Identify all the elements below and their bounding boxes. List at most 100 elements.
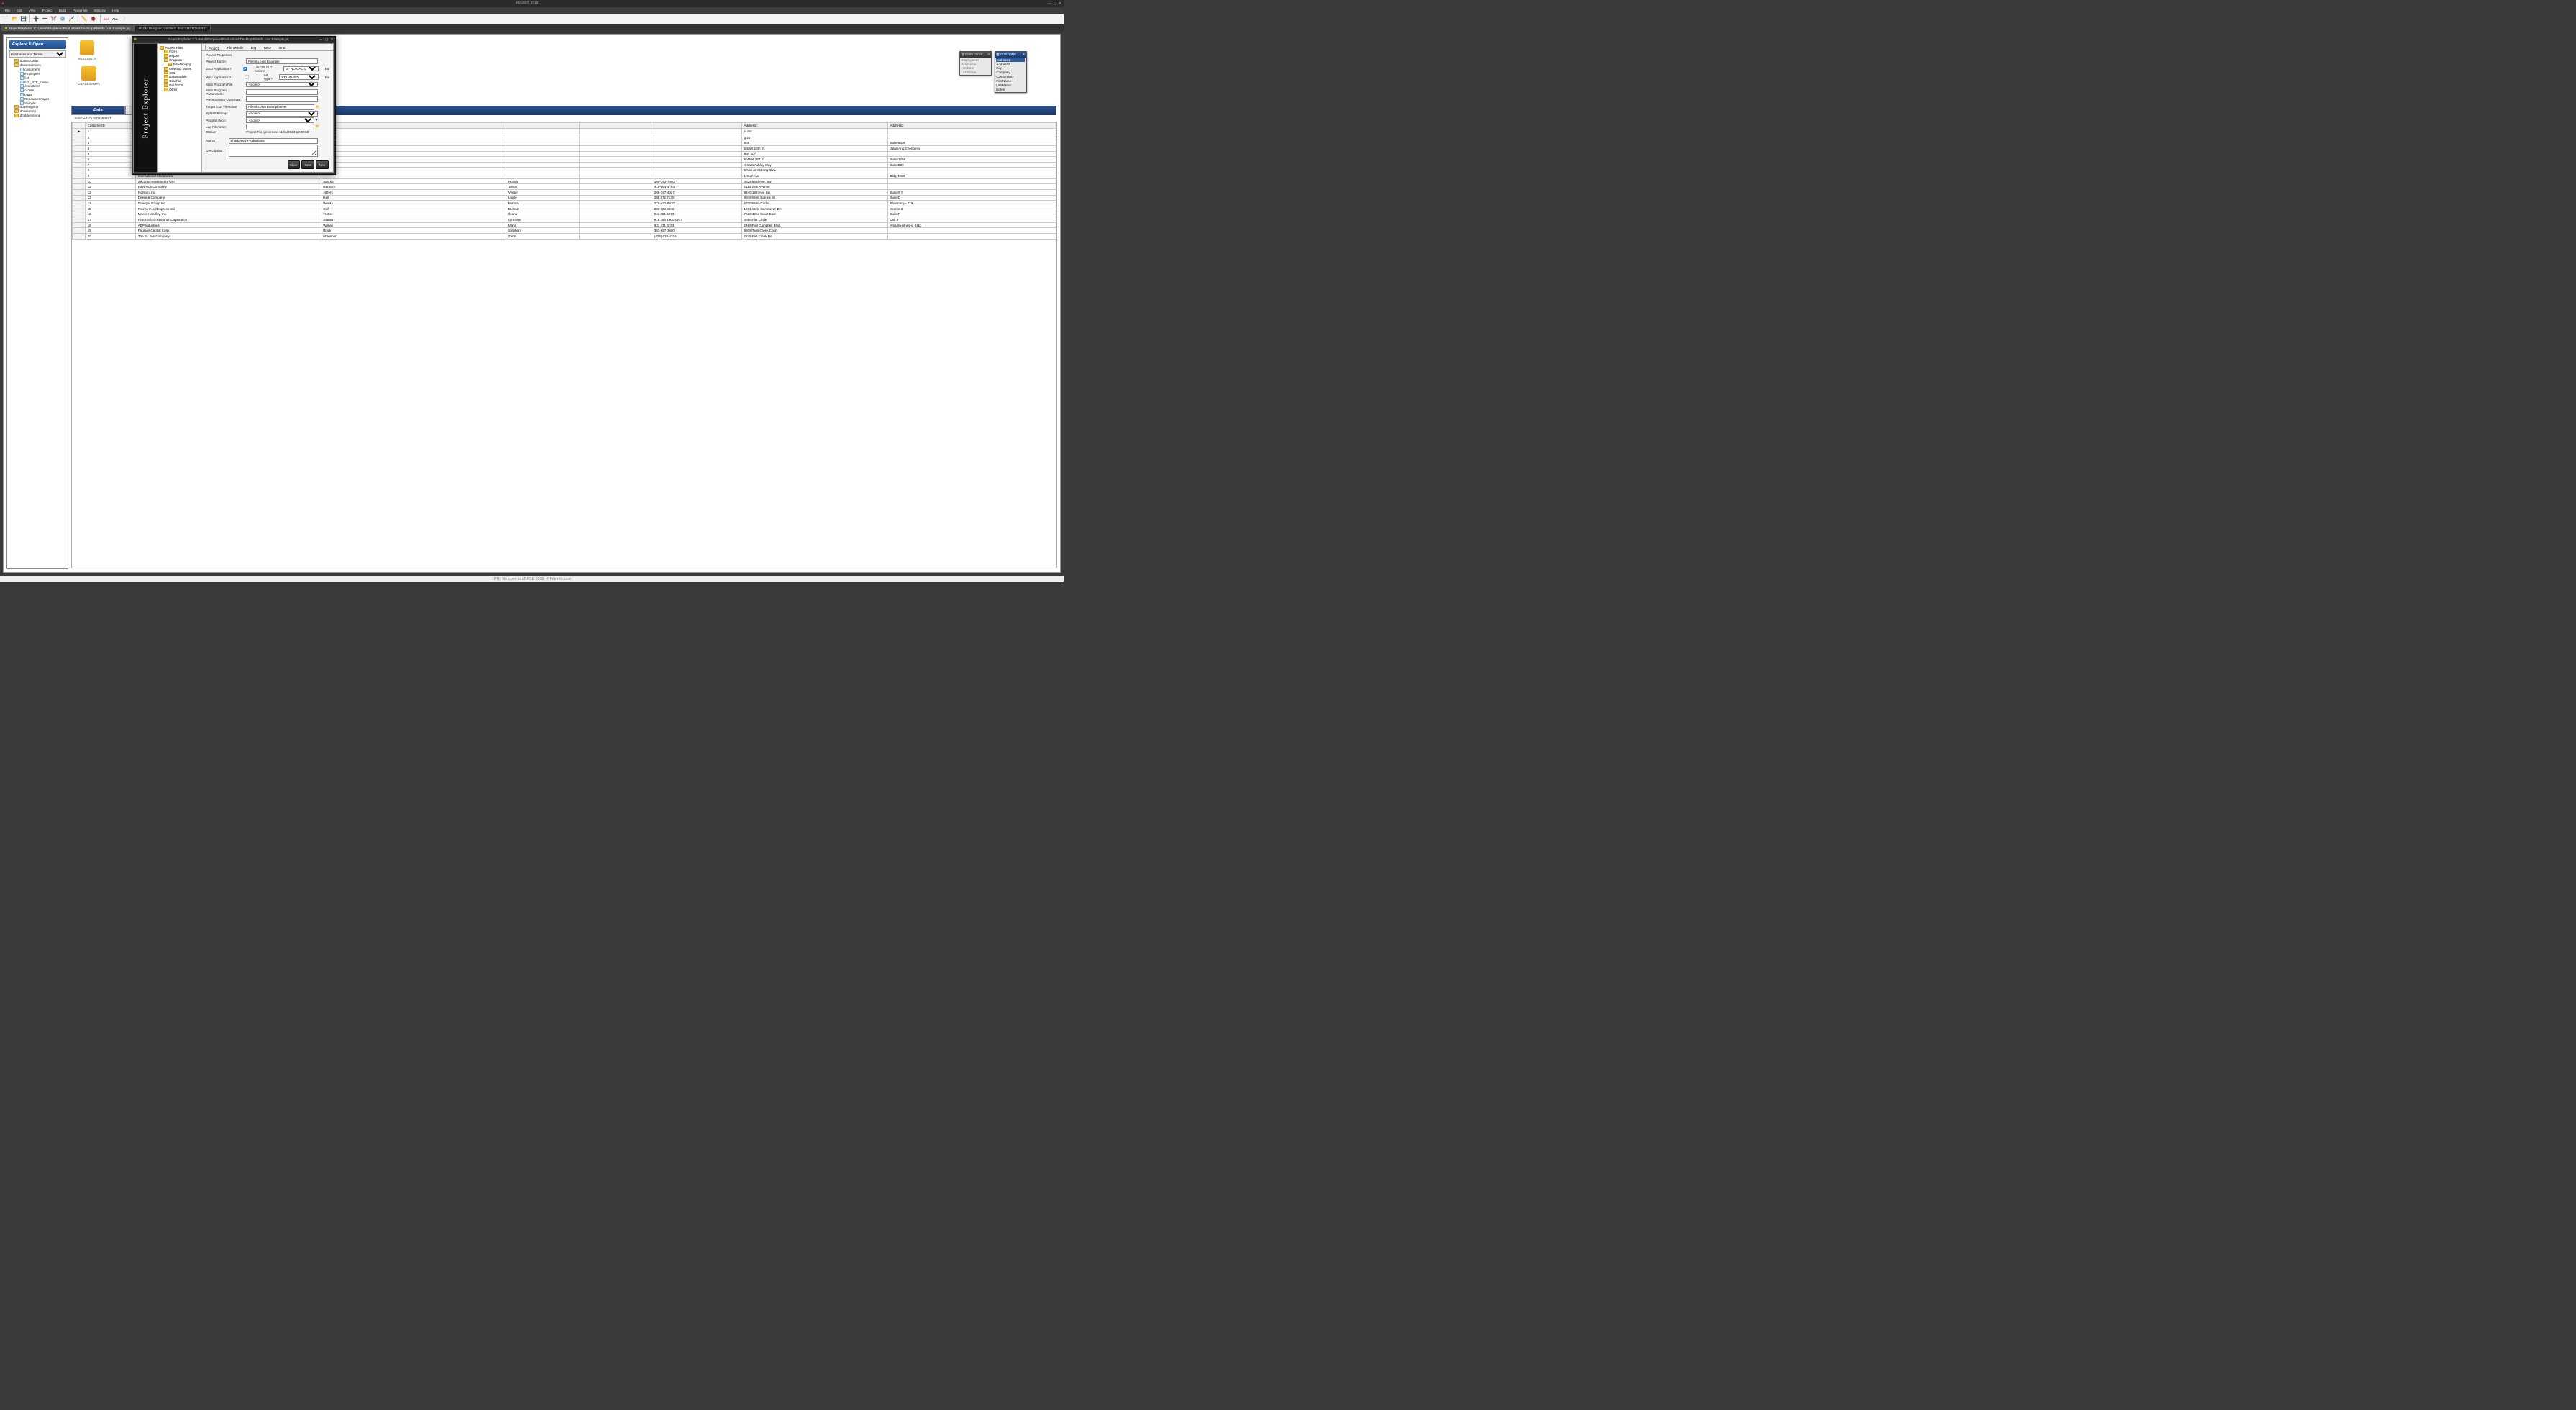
database-icon [14,63,19,67]
preprocessor-input[interactable] [246,96,317,101]
menu-build[interactable]: Build [56,8,69,13]
folder-icon [164,75,168,78]
minimize-icon[interactable]: — [319,37,323,42]
brush-icon[interactable]: 🖌️ [68,15,76,23]
table-row[interactable]: 11Raytheon CompanyRansomTamar415-564-476… [73,184,1056,190]
mini-employee-window[interactable]: ▦ EMPLOYEE...✕ EmployeeIDFirstNameHireDa… [959,51,992,76]
menu-project[interactable]: Project [40,8,55,13]
main-params-input[interactable] [246,89,317,94]
table-row[interactable]: 12Norstan, Inc.JeffersVergie206-767-4827… [73,189,1056,195]
explore-combo[interactable]: Databases and Tables [9,50,66,57]
web-checkbox[interactable] [245,75,248,78]
folder-icon [164,50,168,53]
run-exe-icon[interactable]: .exe [102,15,110,23]
pex-titlebar[interactable]: ✥ Project Explorer: C:\Users\SharpenedPr… [132,37,335,42]
build-all-icon[interactable]: ALL [111,15,119,23]
db-node[interactable]: dmddesntemp [9,114,66,118]
minimize-icon[interactable]: — [1048,1,1051,6]
table-row[interactable]: 19Paulson Capital Corp.BlockStephani301-… [73,228,1056,234]
doctab-dm-designer[interactable]: ▦DM Designer: Untitled1.dmd:CUSTOMERS1 [134,25,211,31]
folder-icon [164,67,168,70]
pex-tree[interactable]: Project FilesFormReportProgramBde4api.pr… [157,44,202,173]
pex-tab-project[interactable]: Project [205,45,221,50]
description-textarea[interactable] [229,145,318,157]
table-row[interactable]: 17First Horizon National CorporationStan… [73,217,1056,223]
folder-icon [168,63,173,66]
field-item[interactable]: Notes [996,87,1025,91]
window-titlebar: ◆ dBASE® 2019 — ▢ ✕ [0,0,1064,7]
new-file-icon[interactable]: 📄 [1,15,9,23]
splash-select[interactable]: <none> [246,111,317,116]
help-icon[interactable]: ❔ [120,15,128,23]
pex-tree-node[interactable]: Other [160,87,201,91]
col-header[interactable] [579,123,652,129]
table-row[interactable]: 10Security Investments Grp.AponteRufina3… [73,178,1056,184]
document-tabstrip: ◆Project Explorer: C:\Users\SharpenedPro… [0,24,1064,31]
explore-tree[interactable]: dbasecontaxdbasesamplescustomersemployee… [7,59,68,117]
menu-window[interactable]: Window [91,8,109,13]
gear-icon[interactable]: ⚙️ [59,15,67,23]
close-icon[interactable]: ✕ [1059,1,1061,6]
menu-edit[interactable]: Edit [14,8,25,13]
close-icon[interactable]: ✕ [987,53,990,57]
project-explorer-window[interactable]: ✥ Project Explorer: C:\Users\SharpenedPr… [132,36,336,175]
uac-select[interactable]: 0 - NO UAC option [283,66,319,71]
menu-file[interactable]: File [1,8,13,13]
menu-view[interactable]: View [26,8,39,13]
browse-icon[interactable]: 📂 [316,105,320,109]
save-icon[interactable]: 💾 [19,15,27,23]
ini-select[interactable]: STANDARD [279,74,319,79]
session-item-1[interactable]: DBASESAMPL [78,66,100,86]
icon-select[interactable]: <none> [246,117,314,122]
session-item-0[interactable]: SESSION_0 [78,40,96,60]
close-button[interactable]: Close [288,160,300,169]
open-icon[interactable]: 📂 [11,15,19,23]
col-header[interactable]: Address2 [887,123,1056,129]
remove-icon[interactable]: ➖ [41,15,49,23]
field-item[interactable]: LastName [961,70,990,75]
new-button[interactable]: New [316,160,328,169]
table-row[interactable]: 16Moore-Handley, Inc.TrotterIleana941 35… [73,212,1056,217]
menu-properties[interactable]: Properties [70,8,91,13]
table-row[interactable]: 20The St. Joe CompanyMckinnonZaida(423) … [73,233,1056,239]
pex-tab-filedetails[interactable]: File Details [224,45,245,50]
log-filename-input[interactable] [246,124,314,129]
pex-tab-inno[interactable]: Inno [276,45,287,50]
pex-tabstrip: Project File Details Log DEO Inno [202,44,333,51]
project-name-input[interactable] [246,58,317,63]
main-program-select[interactable]: <none> [246,82,317,87]
target-exe-input[interactable] [246,104,314,109]
col-header[interactable]: Address1 [742,123,888,129]
pex-form: Project Properties Project Name: DEO App… [202,51,333,160]
edit-icon[interactable]: ✏️ [81,15,88,23]
pex-tab-log[interactable]: Log [248,45,258,50]
close-icon[interactable]: ✕ [331,37,334,42]
browse-icon[interactable]: 📂 [316,124,320,129]
col-header[interactable] [321,123,506,129]
tab-data[interactable]: Data [71,106,124,114]
add-icon[interactable]: ➕ [32,15,40,23]
close-icon[interactable]: ✕ [1023,53,1026,57]
maximize-icon[interactable]: ▢ [1054,1,1056,6]
maximize-icon[interactable]: ▢ [325,37,328,42]
author-input[interactable] [229,138,318,143]
col-header[interactable]: CustomerID [86,123,136,129]
menu-help[interactable]: Help [109,8,122,13]
pex-tab-deo[interactable]: DEO [262,45,273,50]
cut-icon[interactable]: ✂️ [50,15,58,23]
doctab-project-explorer[interactable]: ◆Project Explorer: C:\Users\SharpenedPro… [1,25,134,31]
debug-icon[interactable]: 🐞 [90,15,98,23]
col-header[interactable] [506,123,579,129]
data-grid[interactable]: CustomerIDCompanyAddress1Address2▶1Spire… [71,122,1057,568]
table-row[interactable]: 14Donegal Group Inc.WeeksBianca270-441-6… [73,201,1056,206]
table-icon [20,84,24,88]
explore-open-panel: Explore & Open Databases and Tables dbas… [6,37,68,569]
table-row[interactable]: 13Deere & CompanyHullLucile208 672 72308… [73,195,1056,201]
dropdown-icon[interactable]: ▾ [316,118,317,122]
deo-checkbox[interactable] [243,67,247,70]
table-row[interactable]: 18AEP IndustriesWilsonMaria931 431 31532… [73,222,1056,228]
mini-customer-window[interactable]: ▦ CUSTOME...✕ Address1Address2CityCompan… [995,51,1027,93]
table-row[interactable]: 15Frozen Food Express Ind.GoffDionne260 … [73,206,1056,212]
save-button[interactable]: Save [301,160,314,169]
col-header[interactable] [652,123,742,129]
